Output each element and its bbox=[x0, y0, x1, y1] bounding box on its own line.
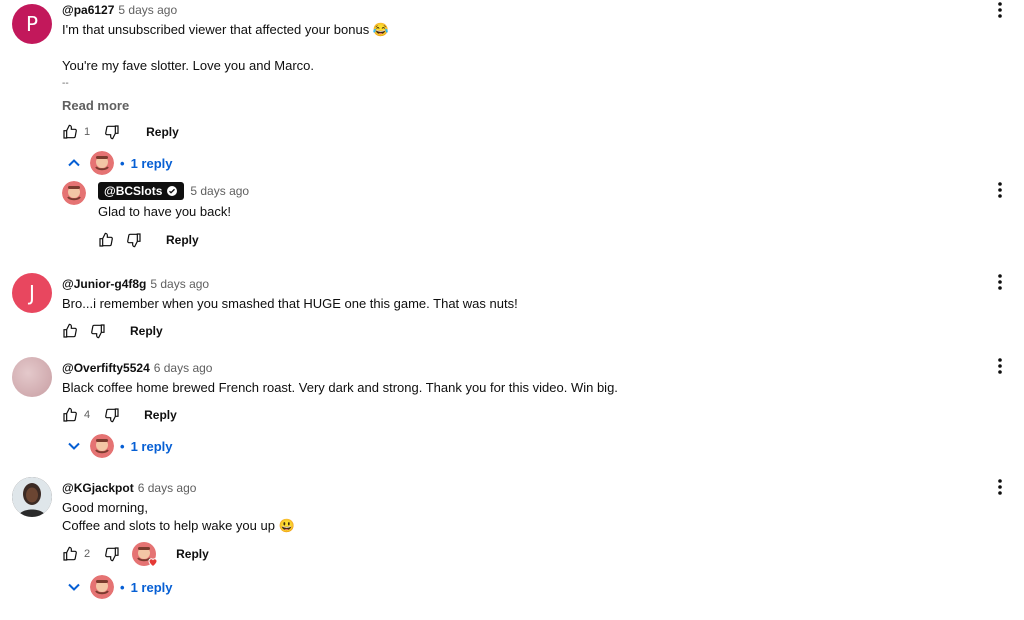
comment-timestamp[interactable]: 5 days ago bbox=[150, 277, 209, 291]
more-actions-icon[interactable] bbox=[990, 272, 1010, 292]
creator-heart-icon bbox=[132, 542, 158, 568]
comment-text-line: -- bbox=[62, 78, 69, 89]
dislike-icon[interactable] bbox=[104, 546, 120, 562]
read-more-button[interactable]: Read more bbox=[62, 98, 129, 113]
replies-toggle[interactable]: • 1 reply bbox=[64, 151, 172, 175]
comment-text-line: Coffee and slots to help wake you up 😃 bbox=[62, 518, 295, 533]
replies-toggle[interactable]: • 1 reply bbox=[64, 575, 172, 599]
more-actions-icon[interactable] bbox=[990, 180, 1010, 200]
like-icon[interactable] bbox=[98, 232, 114, 248]
dislike-icon[interactable] bbox=[104, 124, 120, 140]
like-icon[interactable] bbox=[62, 124, 78, 140]
comment-actions: 4 Reply bbox=[62, 405, 177, 425]
avatar[interactable]: J bbox=[12, 273, 52, 313]
chevron-up-icon bbox=[64, 153, 84, 173]
comment-author[interactable]: @Overfifty5524 6 days ago bbox=[62, 361, 212, 375]
reply-author[interactable]: @BCSlots 5 days ago bbox=[98, 182, 249, 200]
replies-count[interactable]: 1 reply bbox=[131, 580, 173, 595]
more-actions-icon[interactable] bbox=[990, 477, 1010, 497]
comment-author[interactable]: @Junior-g4f8g 5 days ago bbox=[62, 277, 209, 291]
chevron-down-icon bbox=[64, 436, 84, 456]
dislike-icon[interactable] bbox=[90, 323, 106, 339]
comment-actions: 1 Reply bbox=[62, 122, 179, 142]
reply-button[interactable]: Reply bbox=[130, 324, 163, 338]
comment-timestamp[interactable]: 6 days ago bbox=[138, 481, 197, 495]
channel-owner-badge[interactable]: @BCSlots bbox=[98, 182, 185, 200]
comment-timestamp[interactable]: 6 days ago bbox=[154, 361, 213, 375]
dislike-icon[interactable] bbox=[126, 232, 142, 248]
comment-actions: 2 Reply bbox=[62, 542, 209, 568]
comment-author[interactable]: @KGjackpot 6 days ago bbox=[62, 481, 196, 495]
like-count: 2 bbox=[84, 548, 91, 560]
reply-actions: Reply bbox=[98, 230, 199, 250]
avatar[interactable] bbox=[62, 181, 86, 205]
reply-button[interactable]: Reply bbox=[146, 125, 179, 139]
comment-timestamp[interactable]: 5 days ago bbox=[118, 3, 177, 17]
reply-text: Glad to have you back! bbox=[98, 204, 231, 219]
like-icon[interactable] bbox=[62, 407, 78, 423]
replier-avatar bbox=[90, 575, 114, 599]
like-count: 4 bbox=[84, 409, 91, 421]
comment-text-line: I'm that unsubscribed viewer that affect… bbox=[62, 22, 389, 37]
reply-timestamp[interactable]: 5 days ago bbox=[190, 184, 249, 198]
avatar[interactable]: P bbox=[12, 4, 52, 44]
replies-count[interactable]: 1 reply bbox=[131, 439, 173, 454]
more-actions-icon[interactable] bbox=[990, 0, 1010, 20]
reply-button[interactable]: Reply bbox=[144, 408, 177, 422]
comment-text-line: Bro...i remember when you smashed that H… bbox=[62, 296, 518, 311]
replier-avatar bbox=[90, 434, 114, 458]
verified-icon bbox=[167, 186, 178, 196]
replies-toggle[interactable]: • 1 reply bbox=[64, 434, 172, 458]
replier-avatar bbox=[90, 151, 114, 175]
like-count: 1 bbox=[84, 126, 91, 138]
comment-author[interactable]: @pa6127 5 days ago bbox=[62, 3, 177, 17]
like-icon[interactable] bbox=[62, 323, 78, 339]
comment-actions: Reply bbox=[62, 321, 163, 341]
comment-text-line: Black coffee home brewed French roast. V… bbox=[62, 380, 618, 395]
more-actions-icon[interactable] bbox=[990, 356, 1010, 376]
like-icon[interactable] bbox=[62, 546, 78, 562]
comment-text-line: Good morning, bbox=[62, 500, 148, 515]
reply-button[interactable]: Reply bbox=[166, 233, 199, 247]
chevron-down-icon bbox=[64, 577, 84, 597]
avatar[interactable] bbox=[12, 477, 52, 517]
comment-text-line: You're my fave slotter. Love you and Mar… bbox=[62, 58, 315, 73]
avatar[interactable] bbox=[12, 357, 52, 397]
replies-count[interactable]: 1 reply bbox=[131, 156, 173, 171]
dislike-icon[interactable] bbox=[104, 407, 120, 423]
reply-button[interactable]: Reply bbox=[176, 547, 209, 561]
